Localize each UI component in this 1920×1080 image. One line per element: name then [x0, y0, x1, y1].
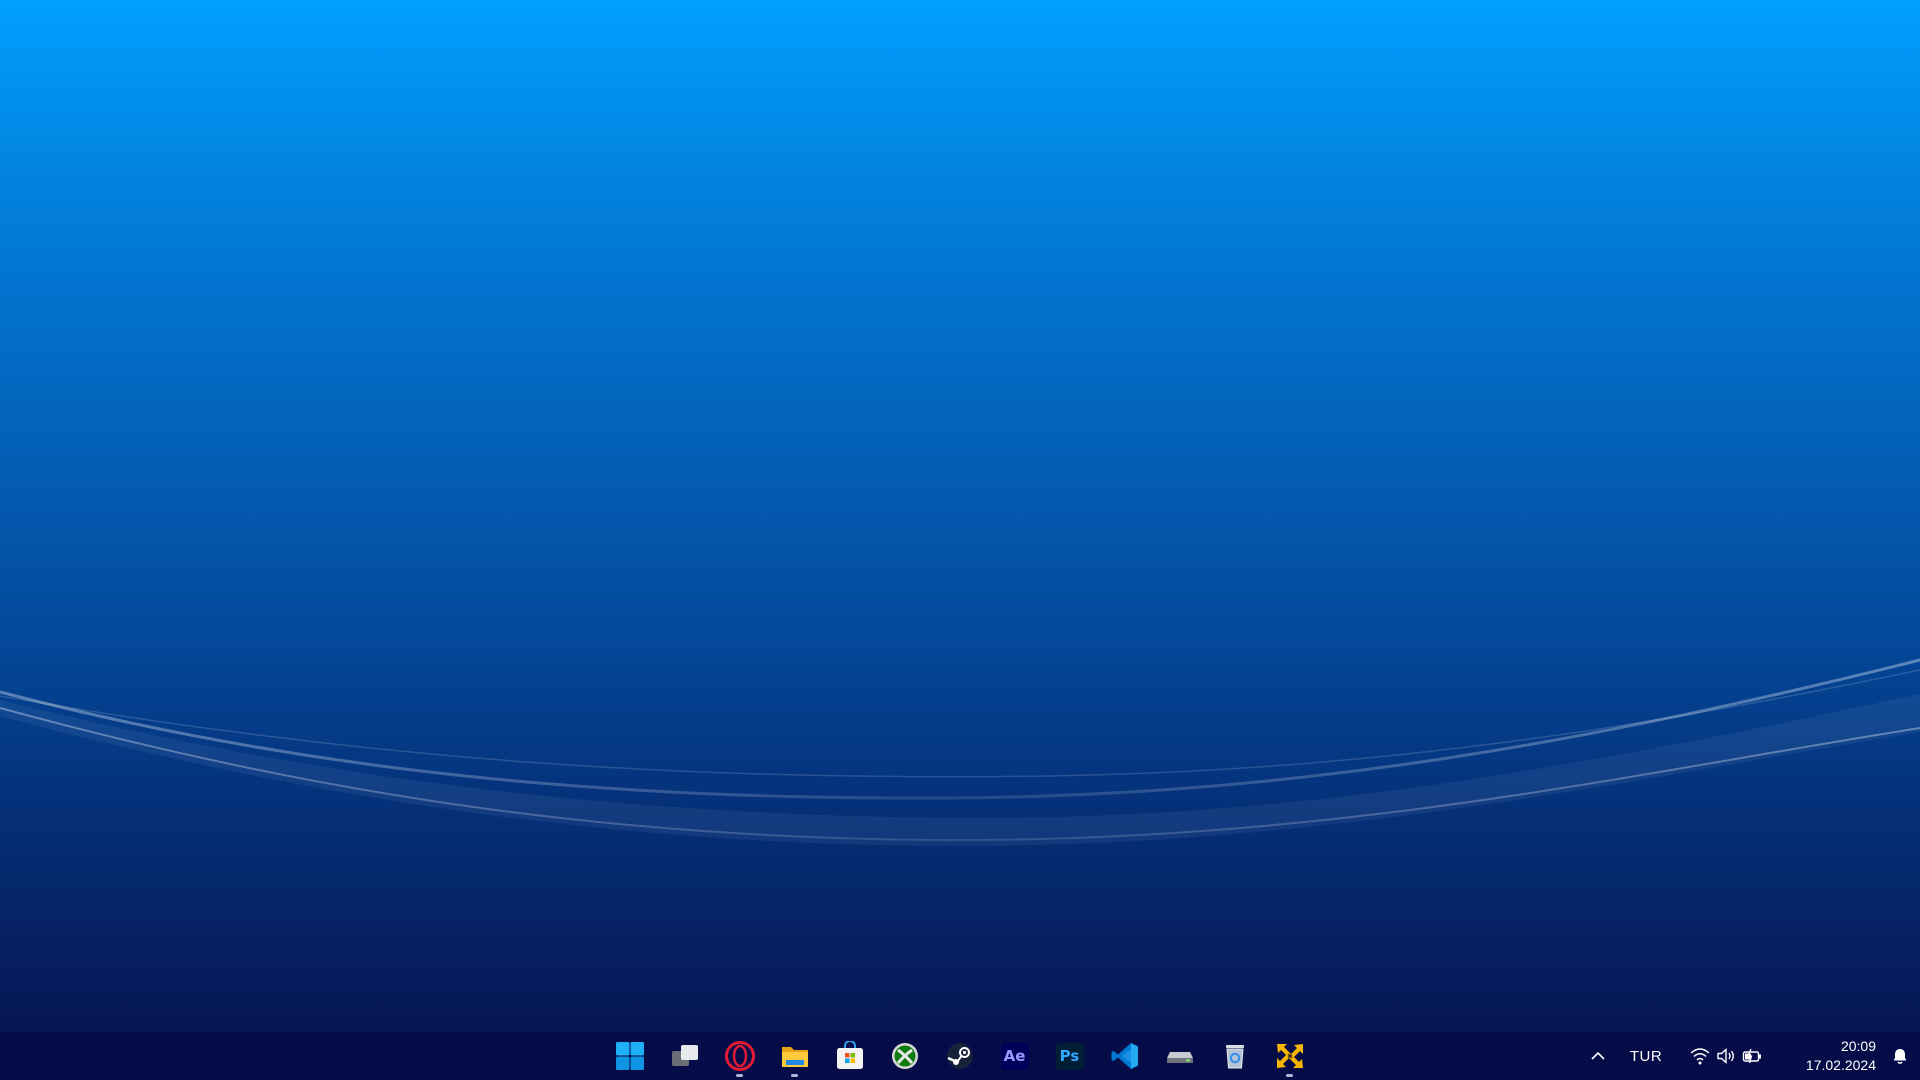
recycle-bin-button[interactable] [1207, 1032, 1262, 1080]
taskbar: Ae Ps TUR 20:09 17.02.2024 [0, 1032, 1920, 1080]
taskbar-pinned-apps: Ae Ps [602, 1032, 1317, 1080]
store-bag-icon [835, 1041, 865, 1071]
wifi-icon [1690, 1048, 1710, 1065]
yellow-app-button[interactable] [1262, 1032, 1317, 1080]
xbox-button[interactable] [877, 1032, 932, 1080]
volume-icon [1717, 1047, 1734, 1065]
battery-charging-icon [1742, 1048, 1761, 1064]
recycle-bin-icon [1220, 1041, 1250, 1071]
system-tray: TUR 20:09 17.02.2024 [1580, 1032, 1920, 1080]
desktop[interactable] [0, 0, 1920, 1080]
chevron-up-icon [1591, 1051, 1605, 1060]
drive-button[interactable] [1152, 1032, 1207, 1080]
drive-icon [1165, 1041, 1195, 1071]
input-language-indicator[interactable]: TUR [1616, 1032, 1676, 1080]
running-indicator [791, 1074, 798, 1077]
clock-date: 17.02.2024 [1805, 1057, 1876, 1073]
folder-icon [780, 1041, 810, 1071]
yellow-arrows-icon [1275, 1041, 1305, 1071]
bell-icon [1893, 1049, 1907, 1064]
photoshop-icon: Ps [1055, 1042, 1084, 1070]
clock-button[interactable]: 20:09 17.02.2024 [1776, 1032, 1880, 1080]
steam-button[interactable] [932, 1032, 987, 1080]
clock-time: 20:09 [1840, 1038, 1876, 1054]
start-button[interactable] [602, 1032, 657, 1080]
wallpaper-wave [0, 658, 1920, 846]
xbox-icon [890, 1041, 920, 1071]
opera-icon [724, 1041, 755, 1071]
file-explorer-button[interactable] [767, 1032, 822, 1080]
notifications-button[interactable] [1880, 1032, 1920, 1080]
running-indicator [736, 1074, 743, 1077]
microsoft-store-button[interactable] [822, 1032, 877, 1080]
task-view-icon [670, 1041, 700, 1071]
after-effects-icon: Ae [1000, 1042, 1029, 1070]
opera-button[interactable] [712, 1032, 767, 1080]
running-indicator [1286, 1074, 1293, 1077]
vscode-button[interactable] [1097, 1032, 1152, 1080]
task-view-button[interactable] [657, 1032, 712, 1080]
photoshop-button[interactable]: Ps [1042, 1032, 1097, 1080]
vscode-icon [1110, 1041, 1140, 1071]
steam-icon [945, 1041, 975, 1071]
after-effects-button[interactable]: Ae [987, 1032, 1042, 1080]
windows-logo-icon [615, 1041, 645, 1071]
quick-settings-button[interactable] [1676, 1032, 1776, 1080]
show-hidden-icons-button[interactable] [1580, 1032, 1616, 1080]
